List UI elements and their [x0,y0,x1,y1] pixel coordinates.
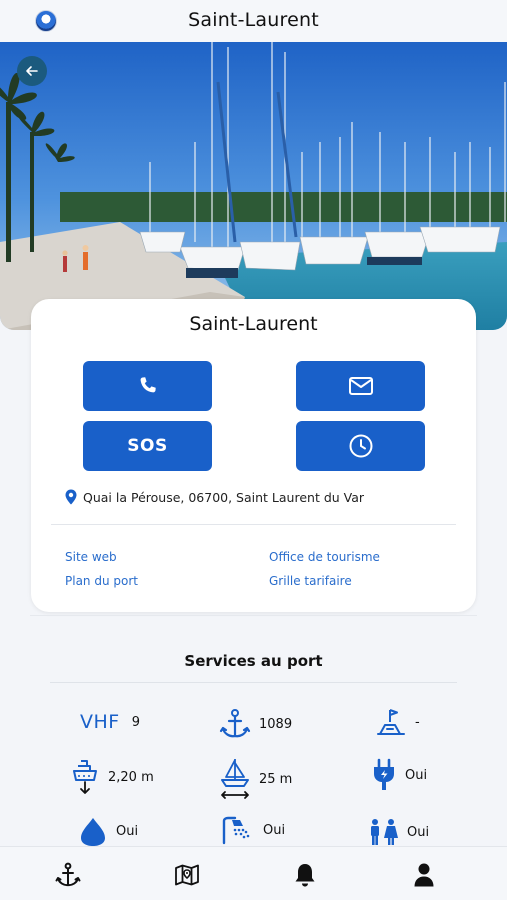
tab-map[interactable] [173,861,201,889]
showers-value: Oui [263,822,286,838]
fuel-drop-icon [81,818,105,846]
capitainerie-value: - [415,714,420,730]
draft-depth-icon [73,760,97,794]
services-divider [50,682,457,683]
service-capitainerie: - [375,706,420,738]
anchor-icon [55,862,81,887]
address-row: Quai la Pérouse, 06700, Saint Laurent du… [65,489,364,505]
clock-icon [349,434,372,458]
electricity-value: Oui [405,767,428,783]
bell-icon [295,864,315,887]
port-info-card: Saint-Laurent SOS Quai la Pérouse, 06700… [31,299,476,612]
service-draft: 2,20 m [70,758,154,796]
boat-length-icon [221,759,249,799]
page-title: Saint-Laurent [188,9,319,31]
moorings-count: 1089 [259,716,293,732]
toilets-value: Oui [407,824,430,840]
section-separator [30,615,477,616]
anchor-icon [219,709,251,738]
max-length-value: 25 m [259,771,293,787]
tourism-office-link[interactable]: Office de tourisme [269,550,380,564]
map-icon [175,864,199,886]
harbor-office-icon [377,709,405,735]
service-max-length: 25 m [219,757,292,801]
opening-hours-button[interactable] [296,421,425,471]
vhf-channel: 9 [131,714,140,730]
top-bar: Saint-Laurent [0,0,507,42]
location-pin-icon [65,489,77,505]
email-button[interactable] [296,361,425,411]
tab-notifications[interactable] [291,861,319,889]
service-moorings: 1089 [219,708,292,740]
fuel-value: Oui [116,823,139,839]
website-link[interactable]: Site web [65,550,117,564]
back-button[interactable] [17,56,47,86]
draft-value: 2,20 m [108,769,154,785]
services-title: Services au port [184,652,323,670]
rates-link[interactable]: Grille tarifaire [269,574,352,588]
electric-plug-icon [374,758,394,790]
bottom-tab-bar [0,846,507,900]
tab-profile[interactable] [410,861,438,889]
service-electricity: Oui [371,758,427,792]
service-toilets: Oui [367,818,429,846]
sos-button[interactable]: SOS [83,421,212,471]
arrow-left-icon [26,66,38,76]
call-button[interactable] [83,361,212,411]
user-icon [414,863,434,887]
service-fuel: Oui [78,815,138,847]
service-vhf: VHF 9 [80,711,140,733]
port-photo [0,42,507,330]
port-map-link[interactable]: Plan du port [65,574,138,588]
service-showers: Oui [221,815,285,845]
tab-ports[interactable] [54,861,82,889]
phone-icon [140,377,156,393]
vhf-label: VHF [80,711,120,733]
port-name: Saint-Laurent [189,313,318,335]
envelope-icon [348,377,373,395]
restroom-icon [371,819,398,845]
shower-icon [222,816,250,845]
divider [51,524,456,525]
address-text: Quai la Pérouse, 06700, Saint Laurent du… [83,489,365,505]
